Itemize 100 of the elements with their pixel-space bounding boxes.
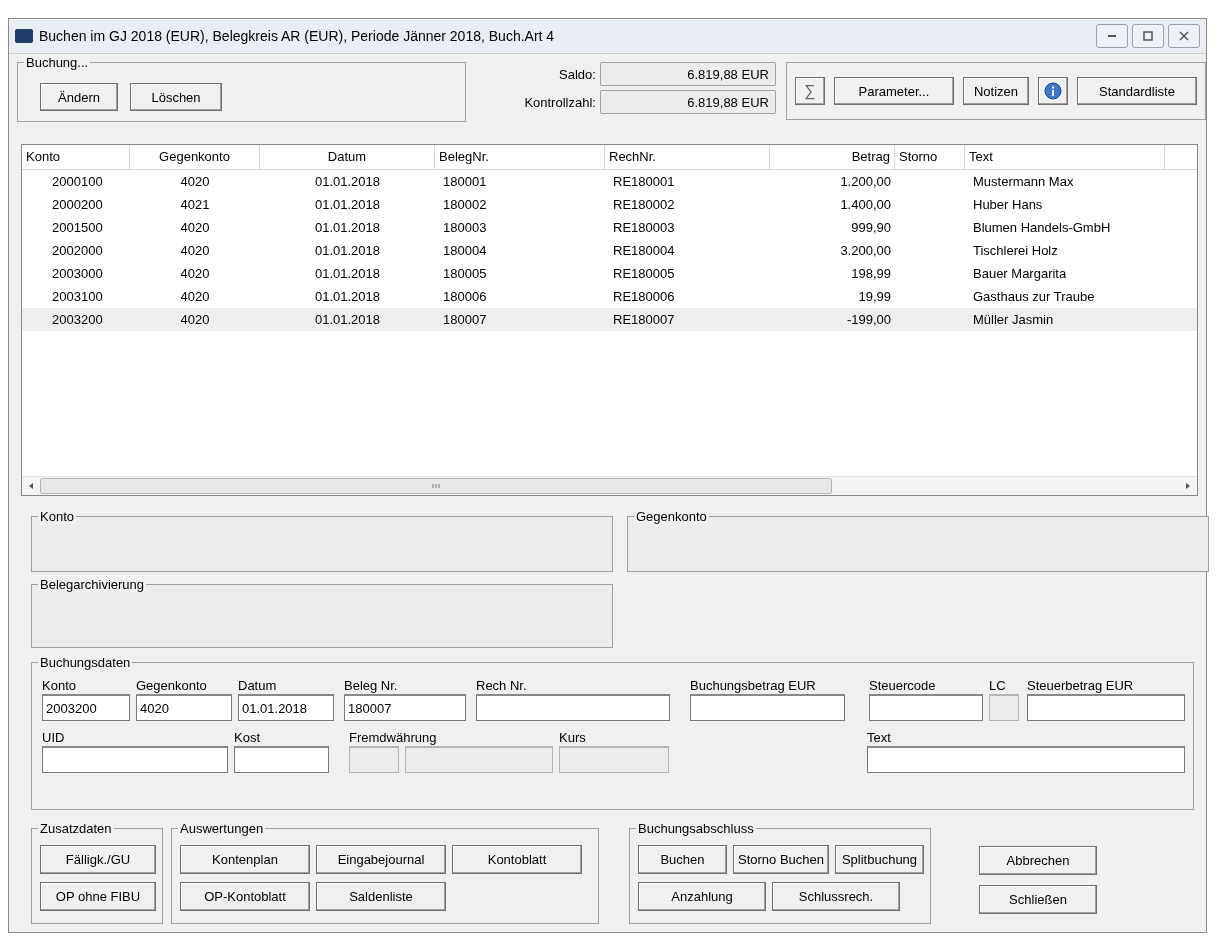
input-field[interactable] [869, 694, 983, 721]
table-cell: Gasthaus zur Traube [973, 289, 1095, 304]
table-row[interactable]: 2002000 4020 01.01.2018 180004 RE180004 3.200,00 Tischlerei Holz [22, 239, 1197, 262]
close-icon [1178, 30, 1190, 42]
table-cell: 3.200,00 [840, 243, 891, 258]
button[interactable]: Fälligk./GU [40, 845, 156, 874]
minimize-icon [1108, 35, 1116, 37]
minimize-button[interactable] [1096, 24, 1128, 48]
input-field[interactable] [690, 694, 845, 721]
total-label: Saldo: [558, 66, 597, 82]
table-cell: RE180006 [613, 289, 675, 304]
column-header[interactable]: Konto [22, 145, 130, 169]
table-cell: 180003 [443, 220, 487, 235]
table-cell: 4021 [180, 197, 210, 212]
button[interactable]: Anzahlung [638, 882, 766, 911]
input-field[interactable]: 180007 [344, 694, 466, 721]
button[interactable]: Parameter... [833, 77, 954, 105]
button[interactable]: Schlussrech. [772, 882, 900, 911]
table-cell: 180002 [443, 197, 487, 212]
column-header[interactable]: Text [965, 145, 1165, 169]
scroll-thumb[interactable] [40, 478, 832, 494]
input-field[interactable] [1027, 694, 1185, 721]
table-cell: 4020 [180, 312, 210, 327]
table-cell: 01.01.2018 [314, 243, 381, 258]
input-field[interactable] [234, 746, 329, 773]
table-cell: 4020 [180, 266, 210, 281]
table-row[interactable]: 2003200 4020 01.01.2018 180007 RE180007 -199,00 Müller Jasmin [22, 308, 1197, 331]
group-label: Belegarchivierung [38, 577, 147, 592]
input-field[interactable] [42, 746, 228, 773]
button[interactable]: Storno Buchen [733, 845, 829, 874]
field-label: Steuerbetrag EUR [1027, 677, 1135, 694]
table-cell: 180004 [443, 243, 487, 258]
table-cell: 01.01.2018 [314, 289, 381, 304]
input-field[interactable]: 01.01.2018 [238, 694, 334, 721]
table-cell: 01.01.2018 [314, 220, 381, 235]
table-cell: 180001 [443, 174, 487, 189]
column-header[interactable]: Gegenkonto [130, 145, 260, 169]
table-cell: Tischlerei Holz [973, 243, 1058, 258]
button[interactable]: Kontenplan [180, 845, 310, 874]
info-button[interactable] [1038, 77, 1068, 105]
table-row[interactable]: 2001500 4020 01.01.2018 180003 RE180003 999,90 Blumen Handels-GmbH [22, 216, 1197, 239]
button[interactable]: OP ohne FIBU [40, 882, 156, 911]
field-label: Buchungsbetrag EUR [690, 677, 817, 694]
field-label: Konto [42, 677, 77, 694]
button[interactable]: Notizen [962, 77, 1029, 105]
table-cell: 01.01.2018 [314, 312, 381, 327]
button[interactable]: Saldenliste [316, 882, 446, 911]
table-cell: RE180007 [613, 312, 675, 327]
table-cell: 2002000 [52, 243, 103, 258]
table-cell: 2003000 [52, 266, 103, 281]
column-header[interactable]: RechNr. [605, 145, 770, 169]
button[interactable]: Abbrechen [979, 846, 1097, 875]
sum-button[interactable]: ∑ [794, 77, 825, 105]
button[interactable]: Splitbuchung [835, 845, 924, 874]
table-cell: 2003100 [52, 289, 103, 304]
table-cell: 2000100 [52, 174, 103, 189]
group-label: Gegenkonto [634, 509, 709, 524]
column-header[interactable]: BelegNr. [435, 145, 605, 169]
button[interactable]: OP-Kontoblatt [180, 882, 310, 911]
field-label: Kurs [559, 729, 587, 746]
button[interactable]: Ändern [40, 83, 118, 111]
close-button[interactable] [1168, 24, 1200, 48]
group-label: Konto [38, 509, 76, 524]
table-row[interactable]: 2000100 4020 01.01.2018 180001 RE180001 1.200,00 Mustermann Max [22, 170, 1197, 193]
input-field[interactable]: 2003200 [42, 694, 130, 721]
button[interactable]: Standardliste [1077, 77, 1197, 105]
table-cell: 180007 [443, 312, 487, 327]
field-label: Datum [238, 677, 278, 694]
input-field[interactable] [867, 746, 1185, 773]
table-cell: 180005 [443, 266, 487, 281]
input-field[interactable]: 4020 [136, 694, 232, 721]
table-cell: 2003200 [52, 312, 103, 327]
button[interactable]: Schließen [979, 885, 1097, 914]
horizontal-scrollbar[interactable] [22, 476, 1197, 495]
field-label: Rech Nr. [476, 677, 528, 694]
group-label: Auswertungen [178, 821, 266, 836]
field-label: Kost [234, 729, 261, 746]
input-field[interactable] [476, 694, 670, 721]
table-cell: RE180005 [613, 266, 675, 281]
group-label: Buchung... [24, 55, 91, 70]
table-row[interactable]: 2000200 4021 01.01.2018 180002 RE180002 1.400,00 Huber Hans [22, 193, 1197, 216]
button[interactable]: Kontoblatt [452, 845, 582, 874]
column-header[interactable]: Betrag [770, 145, 895, 169]
table-cell: RE180004 [613, 243, 675, 258]
maximize-button[interactable] [1132, 24, 1164, 48]
column-header[interactable]: Datum [260, 145, 435, 169]
table-row[interactable]: 2003100 4020 01.01.2018 180006 RE180006 19,99 Gasthaus zur Traube [22, 285, 1197, 308]
group-label: Zusatzdaten [38, 821, 114, 836]
table-cell: 2000200 [52, 197, 103, 212]
column-header[interactable]: Storno [895, 145, 965, 169]
group-label: Buchungsabschluss [636, 821, 756, 836]
button[interactable]: Löschen [130, 83, 222, 111]
table-cell: 198,99 [851, 266, 891, 281]
table-cell: 4020 [180, 174, 210, 189]
button[interactable]: Eingabejournal [316, 845, 446, 874]
table-row[interactable]: 2003000 4020 01.01.2018 180005 RE180005 198,99 Bauer Margarita [22, 262, 1197, 285]
field-label: Gegenkonto [136, 677, 208, 694]
maximize-icon [1142, 30, 1154, 42]
button[interactable]: Buchen [638, 845, 727, 874]
table-cell: 1.200,00 [840, 174, 891, 189]
